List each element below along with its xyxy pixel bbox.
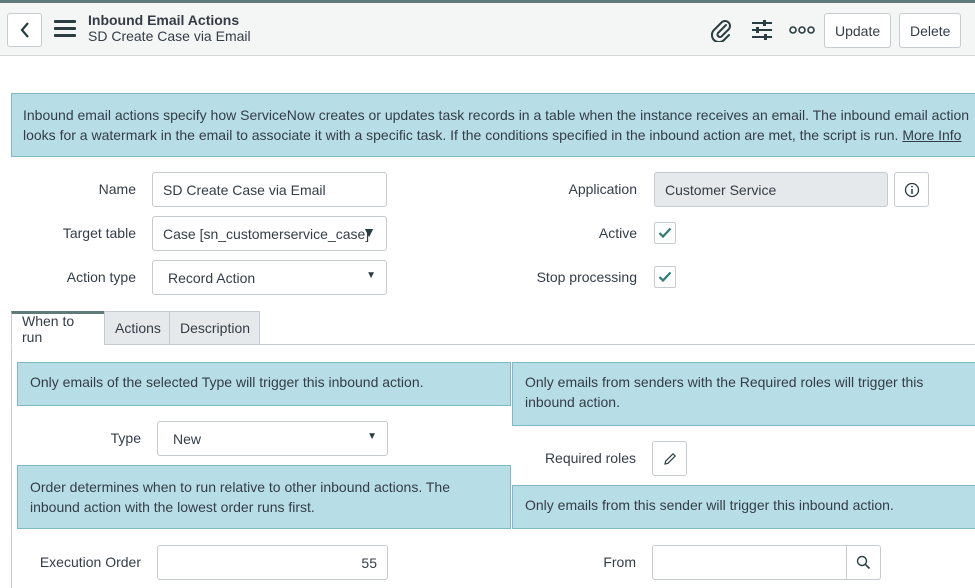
roles-hint: Only emails from senders with the Requir… <box>512 362 975 426</box>
name-input[interactable]: SD Create Case via Email <box>152 172 387 207</box>
application-field: Customer Service <box>654 172 888 207</box>
back-button[interactable] <box>7 13 42 47</box>
attachment-button[interactable] <box>707 17 735 43</box>
record-title: SD Create Case via Email <box>88 28 251 44</box>
more-options-icon <box>789 26 815 34</box>
checkmark-icon <box>658 227 672 239</box>
tab-when-to-run[interactable]: When to run <box>11 311 105 345</box>
name-label: Name <box>98 181 136 197</box>
from-hint: Only emails from this sender will trigge… <box>512 485 975 529</box>
execution-order-input[interactable]: 55 <box>157 545 388 580</box>
from-label: From <box>603 554 636 570</box>
page-title: Inbound Email Actions <box>88 12 240 28</box>
caret-down-icon: ▼ <box>362 224 376 240</box>
caret-down-icon: ▼ <box>367 431 377 442</box>
target-table-label: Target table <box>62 225 136 241</box>
more-info-link[interactable]: More Info <box>902 127 961 143</box>
required-roles-label: Required roles <box>544 450 636 466</box>
personalize-form-button[interactable] <box>748 17 776 43</box>
info-banner: Inbound email actions specify how Servic… <box>11 93 975 157</box>
application-value: Customer Service <box>665 181 777 198</box>
action-type-select[interactable]: Record Action ▼ <box>152 260 387 295</box>
checkmark-icon <box>658 271 672 283</box>
type-select[interactable]: New ▼ <box>157 421 388 456</box>
name-value: SD Create Case via Email <box>163 181 326 198</box>
form-header: Inbound Email Actions SD Create Case via… <box>0 3 975 56</box>
action-type-label: Action type <box>66 269 136 285</box>
info-banner-text: Inbound email actions specify how Servic… <box>23 107 970 143</box>
pencil-icon <box>663 452 676 465</box>
execution-order-value: 55 <box>361 554 377 571</box>
edit-roles-button[interactable] <box>652 441 687 476</box>
paperclip-icon <box>710 20 731 42</box>
more-options-button[interactable] <box>788 17 816 43</box>
tab-actions[interactable]: Actions <box>104 311 170 345</box>
search-icon <box>856 555 871 570</box>
target-table-select[interactable]: Case [sn_customerservice_case] ▼ <box>152 216 387 251</box>
hamburger-icon[interactable] <box>54 20 76 38</box>
title-block: Inbound Email Actions SD Create Case via… <box>88 12 251 44</box>
stop-processing-checkbox[interactable] <box>654 266 676 288</box>
type-value: New <box>173 430 202 447</box>
chevron-left-icon <box>20 22 29 38</box>
application-label: Application <box>568 181 638 197</box>
tab-description[interactable]: Description <box>169 311 260 345</box>
info-icon <box>904 182 919 197</box>
delete-button[interactable]: Delete <box>899 13 962 48</box>
type-label: Type <box>110 430 141 446</box>
order-hint: Order determines when to run relative to… <box>17 465 511 529</box>
type-hint: Only emails of the selected Type will tr… <box>17 362 511 406</box>
from-lookup-button[interactable] <box>846 545 881 580</box>
action-type-value: Record Action <box>168 269 256 286</box>
active-label: Active <box>598 225 637 241</box>
caret-down-icon: ▼ <box>366 270 376 281</box>
target-table-value: Case [sn_customerservice_case] <box>163 225 370 242</box>
update-button[interactable]: Update <box>824 13 892 48</box>
from-input[interactable] <box>652 545 847 580</box>
active-checkbox[interactable] <box>654 222 676 244</box>
stop-processing-label: Stop processing <box>536 269 637 285</box>
execution-order-label: Execution Order <box>39 554 141 570</box>
sliders-icon <box>752 20 772 40</box>
application-info-button[interactable] <box>894 172 929 207</box>
tab-panel-border <box>11 345 12 588</box>
